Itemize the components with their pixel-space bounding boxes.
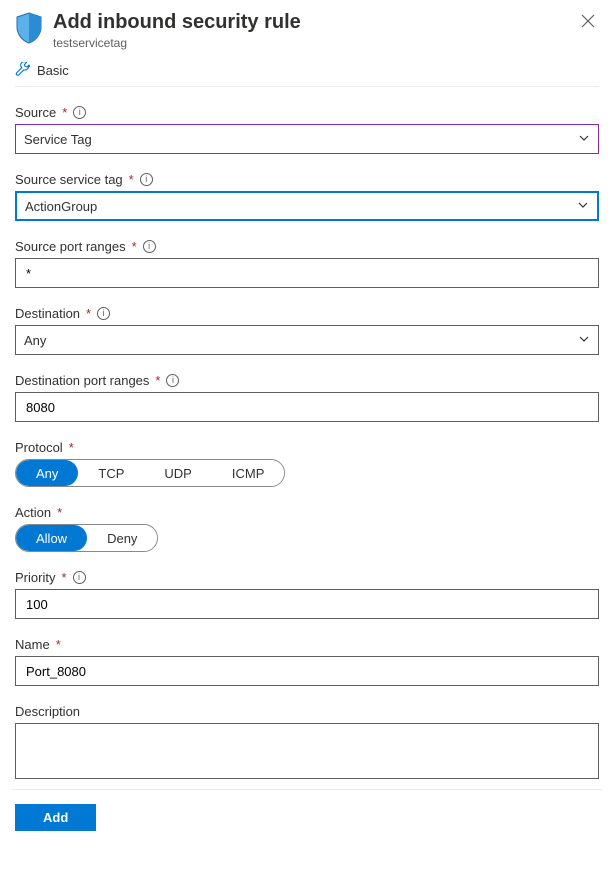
protocol-option-any[interactable]: Any	[16, 460, 78, 486]
destination-select[interactable]: Any	[15, 325, 599, 355]
action-group: Allow Deny	[15, 524, 158, 552]
action-option-deny[interactable]: Deny	[87, 525, 157, 551]
protocol-group: Any TCP UDP ICMP	[15, 459, 285, 487]
source-service-tag-label: Source service tag	[15, 172, 123, 187]
info-icon[interactable]: i	[97, 307, 110, 320]
add-button[interactable]: Add	[15, 804, 96, 831]
required-indicator: *	[132, 239, 137, 254]
chevron-down-icon	[578, 132, 590, 147]
required-indicator: *	[86, 306, 91, 321]
destination-port-ranges-field[interactable]	[15, 392, 599, 422]
chevron-down-icon	[577, 199, 589, 214]
source-select[interactable]: Service Tag	[15, 124, 599, 154]
shield-icon	[15, 10, 43, 47]
toolbar-basic[interactable]: Basic	[15, 56, 599, 87]
name-field[interactable]	[15, 656, 599, 686]
description-input[interactable]	[15, 723, 599, 779]
destination-port-ranges-input[interactable]	[24, 399, 590, 416]
source-service-tag-value: ActionGroup	[25, 199, 97, 214]
source-port-ranges-input[interactable]	[24, 265, 590, 282]
required-indicator: *	[155, 373, 160, 388]
protocol-option-icmp[interactable]: ICMP	[212, 460, 285, 486]
wrench-icon	[15, 62, 31, 78]
priority-input[interactable]	[24, 596, 590, 613]
page-title: Add inbound security rule	[53, 10, 567, 34]
required-indicator: *	[62, 105, 67, 120]
priority-label: Priority	[15, 570, 55, 585]
required-indicator: *	[69, 440, 74, 455]
required-indicator: *	[61, 570, 66, 585]
chevron-down-icon	[578, 333, 590, 348]
info-icon[interactable]: i	[166, 374, 179, 387]
info-icon[interactable]: i	[143, 240, 156, 253]
source-port-ranges-label: Source port ranges	[15, 239, 126, 254]
action-label: Action	[15, 505, 51, 520]
close-button[interactable]	[577, 10, 599, 36]
source-service-tag-select[interactable]: ActionGroup	[15, 191, 599, 221]
description-label: Description	[15, 704, 80, 719]
protocol-label: Protocol	[15, 440, 63, 455]
destination-port-ranges-label: Destination port ranges	[15, 373, 149, 388]
action-option-allow[interactable]: Allow	[16, 525, 87, 551]
required-indicator: *	[129, 172, 134, 187]
protocol-option-tcp[interactable]: TCP	[78, 460, 144, 486]
destination-label: Destination	[15, 306, 80, 321]
priority-field[interactable]	[15, 589, 599, 619]
destination-value: Any	[24, 333, 46, 348]
source-label: Source	[15, 105, 56, 120]
required-indicator: *	[57, 505, 62, 520]
name-input[interactable]	[24, 663, 590, 680]
toolbar-basic-label: Basic	[37, 63, 69, 78]
required-indicator: *	[56, 637, 61, 652]
page-subtitle: testservicetag	[53, 36, 567, 50]
name-label: Name	[15, 637, 50, 652]
info-icon[interactable]: i	[73, 571, 86, 584]
source-value: Service Tag	[24, 132, 92, 147]
close-icon	[581, 15, 595, 32]
info-icon[interactable]: i	[73, 106, 86, 119]
source-port-ranges-field[interactable]	[15, 258, 599, 288]
info-icon[interactable]: i	[140, 173, 153, 186]
protocol-option-udp[interactable]: UDP	[144, 460, 211, 486]
